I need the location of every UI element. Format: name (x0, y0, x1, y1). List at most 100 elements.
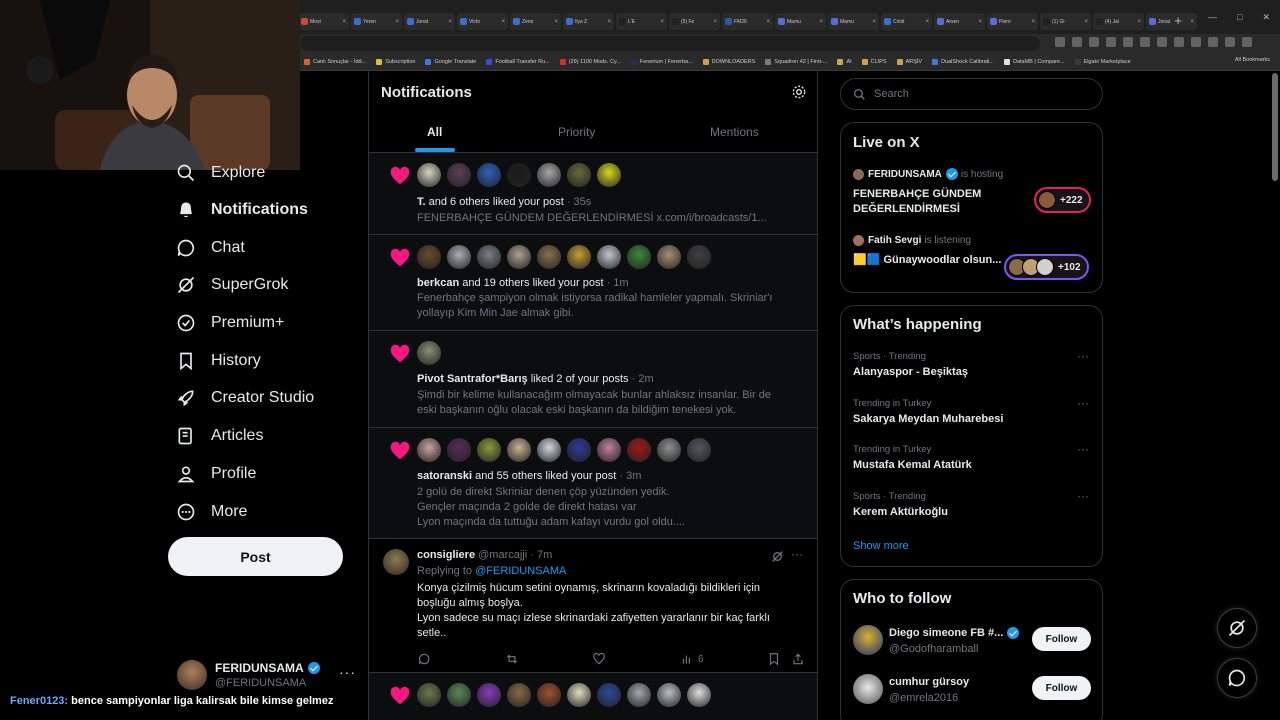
space-title[interactable]: 🟨🟦 Günaywoodlar olsun... (853, 253, 1003, 268)
like-button[interactable] (592, 652, 610, 666)
reply-post[interactable]: consigliere @marcajji · 7m ··· Replying … (369, 539, 817, 673)
space-listeners-pill[interactable]: +222 (1034, 187, 1091, 213)
close-tab-icon[interactable]: × (872, 19, 876, 25)
trend-more-button[interactable]: ··· (1077, 489, 1089, 503)
close-tab-icon[interactable]: × (342, 19, 346, 25)
close-tab-icon[interactable]: × (713, 19, 717, 25)
bookmark-item[interactable]: Football Transfer Ru... (486, 58, 550, 65)
browser-tab[interactable]: Ilya Z × (563, 13, 614, 30)
avatar[interactable] (567, 683, 591, 707)
post-more-button[interactable]: ··· (791, 547, 803, 561)
bookmark-item[interactable]: ARŞİV (896, 58, 922, 65)
author-name[interactable]: consigliere (417, 549, 475, 561)
avatar[interactable] (597, 683, 621, 707)
avatar[interactable] (507, 163, 531, 187)
browser-tab[interactable]: Piero × (987, 13, 1038, 30)
avatar[interactable] (447, 683, 471, 707)
nav-history[interactable]: History (176, 346, 261, 376)
close-tab-icon[interactable]: × (660, 19, 664, 25)
avatar[interactable] (687, 438, 711, 462)
nav-articles[interactable]: Articles (176, 421, 263, 451)
avatar[interactable] (567, 245, 591, 269)
live-host-row[interactable]: FERIDUNSAMA is hosting (853, 168, 1003, 180)
post-button[interactable]: Post (168, 537, 343, 576)
nav-creator-studio[interactable]: Creator Studio (176, 383, 314, 413)
close-tab-icon[interactable]: × (1031, 19, 1035, 25)
nav-chat[interactable]: Chat (176, 233, 245, 263)
avatar[interactable] (537, 245, 561, 269)
notification-item[interactable] (369, 673, 817, 720)
avatar[interactable] (537, 163, 561, 187)
repost-button[interactable] (505, 652, 523, 666)
close-tab-icon[interactable]: × (607, 19, 611, 25)
avatar[interactable] (477, 163, 501, 187)
browser-tab[interactable]: L'É × (616, 13, 667, 30)
zoom-icon[interactable] (1072, 37, 1082, 47)
trend-more-button[interactable]: ··· (1077, 396, 1089, 410)
extension-icon[interactable] (1123, 37, 1133, 47)
close-tab-icon[interactable]: × (978, 19, 982, 25)
close-tab-icon[interactable]: × (1084, 19, 1088, 25)
nav-profile[interactable]: Profile (176, 459, 256, 489)
bookmark-item[interactable]: DataMB | Compare... (1003, 58, 1065, 65)
close-tab-icon[interactable]: × (395, 19, 399, 25)
tab-mentions[interactable]: Mentions (710, 125, 759, 139)
browser-tab[interactable]: FM26 × (722, 13, 773, 30)
close-tab-icon[interactable]: × (448, 19, 452, 25)
avatar[interactable] (417, 438, 441, 462)
bookmark-item[interactable]: DualShock Calibrati... (932, 58, 994, 65)
avatar[interactable] (597, 163, 621, 187)
notification-item[interactable]: T. and 6 others liked your post · 35s FE… (369, 153, 817, 235)
avatar[interactable] (417, 341, 441, 365)
all-bookmarks-button[interactable]: All Bookmarks (1235, 57, 1270, 63)
star-icon[interactable] (1106, 37, 1116, 47)
browser-tab[interactable]: Zeno × (510, 13, 561, 30)
bookmark-item[interactable]: (29) 1100 Mods. Cy... (559, 58, 621, 65)
show-more-link[interactable]: Show more (853, 540, 909, 552)
nav-explore[interactable]: Explore (176, 158, 265, 188)
bookmark-item[interactable]: Squadron 42 | First-... (765, 58, 827, 65)
account-more-button[interactable]: ··· (339, 664, 356, 680)
avatar[interactable] (507, 245, 531, 269)
new-tab-button[interactable]: + (1170, 13, 1186, 29)
avatar[interactable] (447, 438, 471, 462)
follow-button[interactable]: Follow (1032, 676, 1091, 700)
browser-tab[interactable]: (5) Fe × (669, 13, 720, 30)
browser-tab[interactable]: Jonat × (404, 13, 455, 30)
download-icon[interactable] (1208, 37, 1218, 47)
live-host-row[interactable]: Fatih Sevgi is listening (853, 235, 971, 246)
bookmark-item[interactable]: AI (837, 58, 852, 65)
avatar[interactable] (657, 683, 681, 707)
space-title[interactable]: FENERBAHÇE GÜNDEM DEĞERLENDİRMESİ (853, 187, 1023, 217)
browser-tab[interactable]: Mamu × (828, 13, 879, 30)
nav-more[interactable]: More (176, 497, 247, 527)
avatar[interactable] (597, 245, 621, 269)
share-button[interactable] (791, 652, 809, 666)
views-button[interactable]: 6 (680, 652, 704, 666)
nav-supergrok[interactable]: SuperGrok (176, 270, 288, 300)
browser-tab[interactable]: Most × (298, 13, 349, 30)
browser-tab[interactable]: (1) Gi × (1040, 13, 1091, 30)
close-window-button[interactable]: ✕ (1262, 12, 1270, 23)
search-input[interactable]: Search (840, 78, 1103, 110)
avatar[interactable] (417, 683, 441, 707)
close-tab-icon[interactable]: × (1190, 19, 1194, 25)
nav-notifications[interactable]: Notifications (176, 195, 308, 225)
avatar[interactable] (477, 683, 501, 707)
avatar[interactable] (627, 245, 651, 269)
browser-tab[interactable]: (4) Jai × (1093, 13, 1144, 30)
avatar[interactable] (567, 438, 591, 462)
bookmark-item[interactable]: Elgato Marketplace (1074, 58, 1131, 65)
avatar[interactable] (627, 438, 651, 462)
extension-icon[interactable] (1140, 37, 1150, 47)
reply-button[interactable] (417, 652, 435, 666)
avatar[interactable] (657, 245, 681, 269)
tab-priority[interactable]: Priority (558, 125, 595, 139)
avatar[interactable] (687, 683, 711, 707)
close-tab-icon[interactable]: × (1137, 19, 1141, 25)
puzzle-icon[interactable] (1191, 37, 1201, 47)
grok-icon[interactable] (771, 550, 784, 563)
bookmark-item[interactable]: Subscription (376, 58, 415, 65)
avatar[interactable] (477, 438, 501, 462)
bookmark-item[interactable]: Canlı Sonuçlar - İdd... (304, 58, 366, 65)
